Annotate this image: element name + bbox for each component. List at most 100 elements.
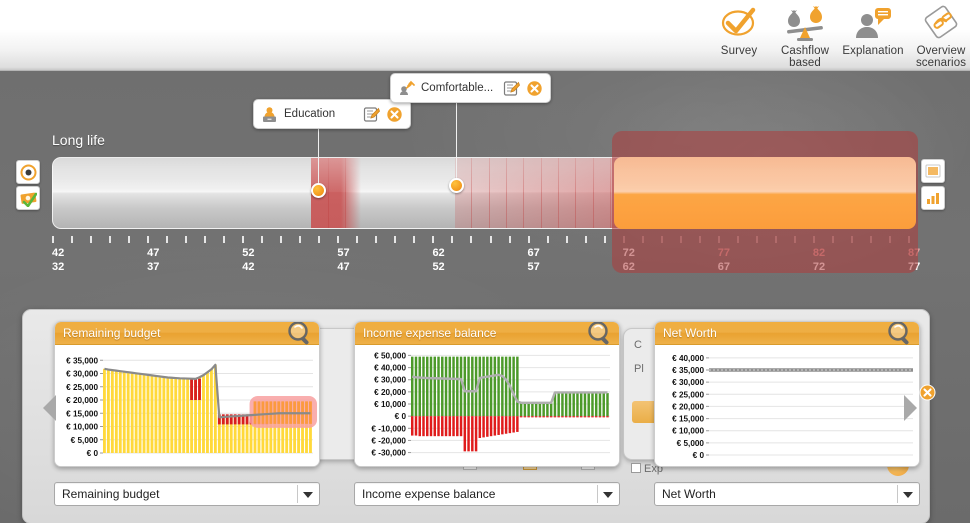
selected-period-bar[interactable] (614, 157, 916, 229)
chart-panel-net-worth[interactable]: Net Worth € 40,000 € 35,000 € 30,000 € 25,0… (654, 321, 920, 467)
money-bags-balance-icon (766, 4, 844, 44)
timeline-tick (584, 236, 587, 243)
chart-canvas-income-expense: € 50,000 € 40,000 € 30,000 € 20,000 € 10,000… (355, 345, 619, 466)
timeline-tick (242, 236, 245, 243)
delete-circle-icon[interactable] (526, 80, 543, 97)
panel-title: Remaining budget (63, 326, 161, 340)
timeline-title: Long life (52, 132, 105, 148)
chart-select-income-expense[interactable]: Income expense balance (354, 482, 620, 506)
timeline-tick (565, 236, 568, 243)
event-callout-education[interactable]: Education (253, 99, 412, 129)
panel-header: Net Worth (655, 322, 919, 345)
svg-text:€ 35,000: € 35,000 (672, 366, 704, 375)
chart-select-net-worth[interactable]: Net Worth (654, 482, 920, 506)
close-circle-icon[interactable] (919, 384, 936, 401)
svg-text:€ 5,000: € 5,000 (71, 436, 99, 445)
timeline-axis-top-label: 47 (147, 247, 160, 259)
panel-header: Remaining budget (55, 322, 319, 345)
svg-text:€ 40,000: € 40,000 (672, 354, 704, 363)
timeline-tick (128, 236, 131, 243)
timeline-tick (52, 236, 54, 243)
chevron-down-icon[interactable] (903, 492, 913, 498)
edit-pencil-icon[interactable] (503, 80, 521, 97)
arrow-left-icon[interactable] (43, 395, 56, 421)
header-button-label-line1: Cashflow (780, 45, 830, 57)
header-button-overview-scenarios[interactable]: Overview scenarios (902, 4, 970, 68)
event-label: Comfortable... (421, 82, 494, 94)
magnifier-icon[interactable] (884, 322, 916, 348)
chart-select-value: Remaining budget (62, 487, 160, 501)
svg-text:€ 20,000: € 20,000 (66, 396, 98, 405)
edit-pencil-icon[interactable] (363, 106, 381, 123)
chart-panel-remaining-budget[interactable]: Remaining budget € 35,000 € 30,000 € 25,00… (54, 321, 320, 467)
scenarios-diamond-icon (902, 4, 970, 44)
target-icon[interactable] (16, 160, 40, 184)
timeline-tick (166, 236, 169, 243)
chevron-down-icon[interactable] (603, 492, 613, 498)
timeline-tick (603, 236, 606, 243)
header-button-label-line2: scenarios (915, 56, 967, 69)
svg-text:€ 50,000: € 50,000 (374, 351, 406, 360)
list-view-icon[interactable] (921, 159, 945, 183)
svg-text:€ 25,000: € 25,000 (66, 383, 98, 392)
svg-text:€ -20,000: € -20,000 (371, 436, 406, 445)
event-label: Education (284, 108, 336, 120)
delete-circle-icon[interactable] (386, 106, 403, 123)
chart-select-remaining-budget[interactable]: Remaining budget (54, 482, 320, 506)
timeline-tick (375, 236, 378, 243)
timeline-marker-education[interactable] (311, 183, 326, 198)
bar-chart-icon[interactable] (921, 186, 945, 210)
panel-header: Income expense balance (355, 322, 619, 345)
timeline-axis-bottom-label: 52 (432, 261, 445, 273)
timeline-tick (432, 236, 435, 243)
svg-text:€ 15,000: € 15,000 (66, 409, 98, 418)
charts-carousel: C Pl Exp Remaining budget € 35,000 € 30,… (22, 309, 930, 523)
magnifier-icon[interactable] (284, 322, 316, 348)
chevron-down-icon[interactable] (303, 492, 313, 498)
timeline-tick (90, 236, 93, 243)
comfortable-retirement-icon (398, 80, 415, 97)
chart-canvas-net-worth: € 40,000 € 35,000 € 30,000 € 25,000 € 20,000… (655, 345, 919, 466)
timeline-tick (337, 236, 340, 243)
timeline-axis-bottom-label: 42 (242, 261, 255, 273)
timeline-tick (451, 236, 454, 243)
svg-text:€ 0: € 0 (395, 412, 407, 421)
panel-title: Net Worth (663, 326, 717, 340)
svg-text:€ 10,000: € 10,000 (66, 423, 98, 432)
svg-text:€ 30,000: € 30,000 (66, 370, 98, 379)
svg-text:€ 30,000: € 30,000 (672, 378, 704, 387)
ghost-label-c: C (634, 339, 642, 351)
svg-text:€ 0: € 0 (693, 451, 705, 460)
timeline-marker-comfortable[interactable] (449, 178, 464, 193)
svg-text:€ -30,000: € -30,000 (371, 449, 406, 458)
timeline-tick (109, 236, 112, 243)
timeline-tick (223, 236, 226, 243)
timeline-tick (508, 236, 511, 243)
svg-text:€ 30,000: € 30,000 (374, 376, 406, 385)
magnifier-icon[interactable] (584, 322, 616, 348)
svg-text:€ 0: € 0 (87, 449, 99, 458)
timeline-tick (204, 236, 207, 243)
timeline-tick (394, 236, 397, 243)
chart-panel-income-expense[interactable]: Income expense balance € 50,000 € 40,000 €… (354, 321, 620, 467)
timeline-axis-bottom-label: 37 (147, 261, 160, 273)
header-button-cashflow-based[interactable]: Cashflow based (766, 4, 844, 68)
svg-text:€ 20,000: € 20,000 (672, 402, 704, 411)
ghost-label-pl: Pl (634, 363, 644, 375)
svg-text:€ 25,000: € 25,000 (672, 390, 704, 399)
arrow-right-icon[interactable] (904, 395, 917, 421)
timeline-tick (489, 236, 492, 243)
money-check-icon[interactable] (16, 186, 40, 210)
timeline-tick (356, 236, 359, 243)
panel-title: Income expense balance (363, 326, 497, 340)
timeline-tick (527, 236, 530, 243)
timeline-axis-bottom-label: 32 (52, 261, 65, 273)
svg-text:€ 35,000: € 35,000 (66, 356, 98, 365)
header-button-explanation[interactable]: Explanation (834, 4, 912, 68)
header-button-label: Explanation (842, 45, 904, 57)
svg-text:€ 5,000: € 5,000 (677, 439, 705, 448)
timeline-tick (280, 236, 283, 243)
event-callout-comfortable[interactable]: Comfortable... (390, 73, 552, 103)
svg-text:€ 20,000: € 20,000 (374, 388, 406, 397)
header-button-label-line2: based (789, 56, 821, 69)
